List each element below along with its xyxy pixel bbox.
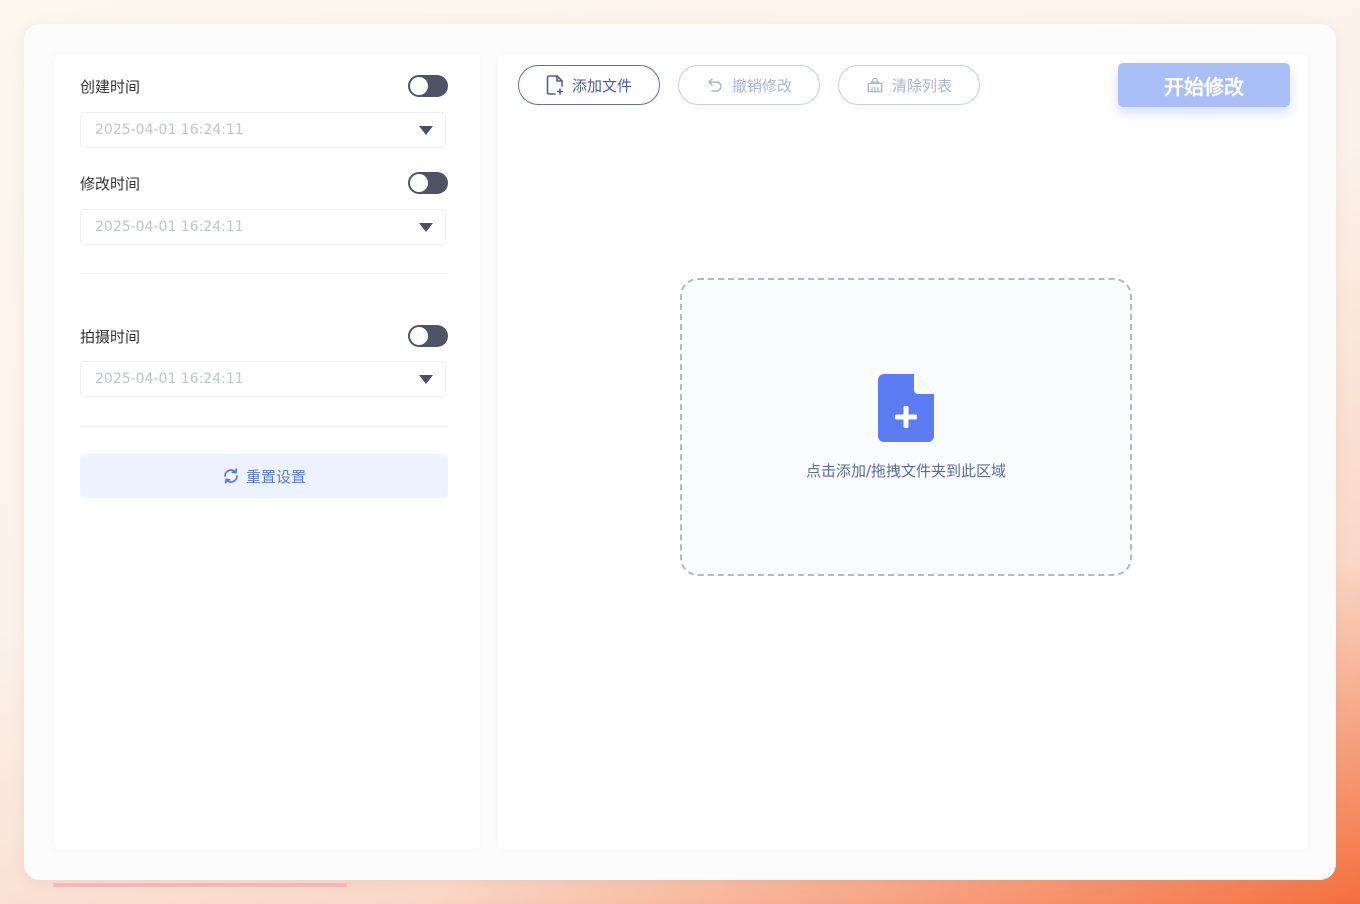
modified-time-value: 2025-04-01 16:24:11 [95, 219, 244, 235]
add-file-button[interactable]: 添加文件 [518, 65, 660, 105]
toggle-knob [410, 327, 428, 345]
undo-icon [708, 78, 722, 92]
app-window: 创建时间 2025-04-01 16:24:11 修改时间 2025-04-01… [24, 24, 1336, 880]
created-time-row: 创建时间 [80, 75, 448, 97]
caret-down-icon [419, 222, 433, 232]
settings-panel: 创建时间 2025-04-01 16:24:11 修改时间 2025-04-01… [54, 54, 480, 850]
clear-list-label: 清除列表 [891, 76, 952, 95]
created-time-toggle[interactable] [408, 75, 448, 97]
clear-icon [867, 77, 883, 93]
file-drop-zone[interactable]: 点击添加/拖拽文件夹到此区域 [680, 278, 1132, 576]
reset-settings-button[interactable]: 重置设置 [80, 454, 448, 498]
drop-zone-text: 点击添加/拖拽文件夹到此区域 [805, 462, 1007, 480]
refresh-icon [224, 468, 238, 484]
taken-time-label: 拍摄时间 [80, 327, 141, 346]
toggle-knob [410, 174, 428, 192]
modified-time-row: 修改时间 [80, 172, 448, 194]
add-file-label: 添加文件 [571, 76, 632, 95]
divider [80, 273, 448, 274]
modified-time-picker[interactable]: 2025-04-01 16:24:11 [80, 209, 446, 245]
taken-time-picker[interactable]: 2025-04-01 16:24:11 [80, 361, 446, 397]
taken-time-row: 拍摄时间 [80, 325, 448, 347]
modified-time-label: 修改时间 [80, 174, 141, 193]
taken-time-toggle[interactable] [408, 325, 448, 347]
caret-down-icon [419, 125, 433, 135]
created-time-value: 2025-04-01 16:24:11 [95, 122, 244, 138]
divider [80, 426, 448, 427]
clear-list-button[interactable]: 清除列表 [838, 65, 980, 105]
reset-settings-label: 重置设置 [245, 467, 306, 486]
undo-changes-label: 撤销修改 [731, 76, 792, 95]
modified-time-toggle[interactable] [408, 172, 448, 194]
taken-time-value: 2025-04-01 16:24:11 [95, 371, 244, 387]
undo-changes-button[interactable]: 撤销修改 [678, 65, 820, 105]
start-modify-label: 开始修改 [1164, 74, 1244, 99]
file-panel: 添加文件 撤销修改 清除列表 开始修改 点击添加/拖拽文件夹到此区域 [498, 54, 1308, 850]
created-time-picker[interactable]: 2025-04-01 16:24:11 [80, 112, 446, 148]
start-modify-button[interactable]: 开始修改 [1118, 63, 1290, 107]
created-time-label: 创建时间 [80, 77, 141, 96]
scroll-indicator [53, 883, 347, 887]
caret-down-icon [419, 374, 433, 384]
file-add-icon [546, 75, 564, 95]
toggle-knob [410, 77, 428, 95]
file-add-icon [878, 374, 934, 442]
